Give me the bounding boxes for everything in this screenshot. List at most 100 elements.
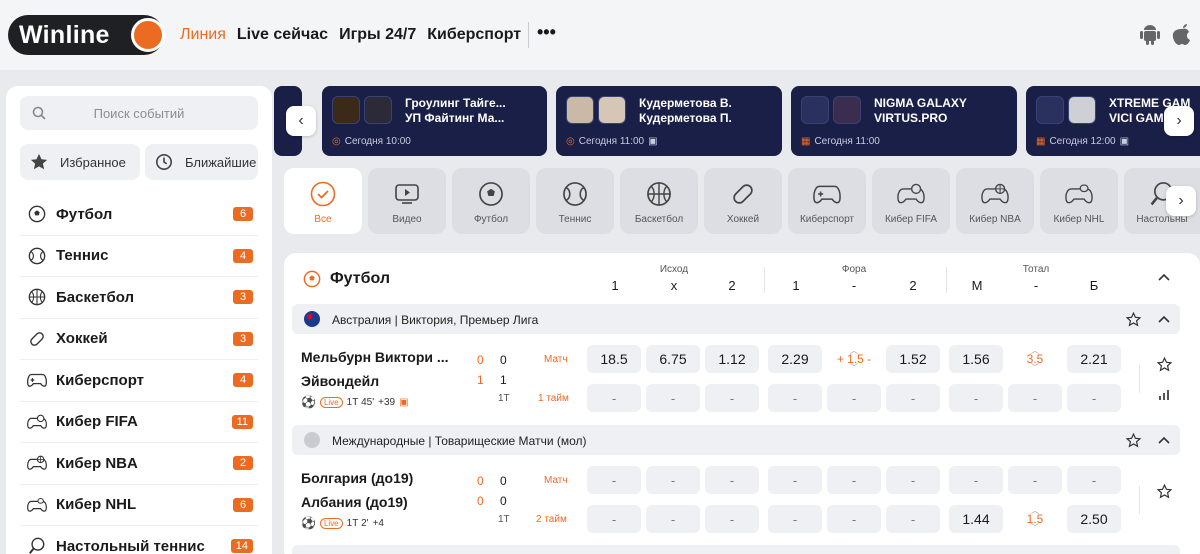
nav-esports[interactable]: Киберспорт: [427, 26, 521, 44]
sidebar-item-label: Кибер NBA: [56, 454, 138, 472]
favorites-button[interactable]: Избранное: [20, 144, 140, 180]
odd-cell[interactable]: 1.44: [949, 505, 1003, 533]
sidebar-item-cyber-nhl[interactable]: Кибер NHL 6: [20, 485, 258, 526]
event-card[interactable]: Кудерметова В. Кудерметова П. ◎ Сегодня 11…: [556, 86, 782, 156]
tab-cyber-fifa[interactable]: Кибер FIFA: [872, 168, 950, 234]
league-header[interactable]: Австралия | Виктория, Премьер Лига: [292, 304, 1180, 334]
sidebar-item-table-tennis[interactable]: Настольный теннис 14: [20, 526, 258, 554]
odd-cell[interactable]: -: [886, 466, 940, 494]
sport-tabs: Все Видео Футбол Теннис Баскетбол Хоккей…: [284, 168, 1200, 234]
tab-label: Хоккей: [726, 214, 760, 225]
soccer-ball-icon: [303, 270, 321, 288]
apple-icon[interactable]: [1172, 23, 1192, 45]
chevron-up-icon[interactable]: [1158, 315, 1170, 323]
android-icon[interactable]: [1140, 23, 1160, 45]
odd-cell[interactable]: -: [768, 505, 822, 533]
total-line[interactable]: -: [1008, 384, 1062, 412]
count-badge: 4: [233, 373, 253, 387]
star-outline-icon[interactable]: [1126, 433, 1141, 448]
odd-cell[interactable]: -: [768, 466, 822, 494]
upcoming-button[interactable]: Ближайшие: [145, 144, 258, 180]
odd-cell[interactable]: 18.5: [587, 345, 641, 373]
tab-tennis[interactable]: Теннис: [536, 168, 614, 234]
chevron-up-icon[interactable]: [1158, 436, 1170, 444]
tab-basketball[interactable]: Баскетбол: [620, 168, 698, 234]
odd-cell[interactable]: -: [587, 466, 641, 494]
odd-cell[interactable]: -: [587, 505, 641, 533]
odd-cell[interactable]: -: [705, 505, 759, 533]
nav-live[interactable]: Live сейчас: [237, 26, 328, 44]
odd-cell[interactable]: 1.56: [949, 345, 1003, 373]
handicap-line[interactable]: -: [827, 505, 881, 533]
carousel-next-button[interactable]: ›: [1164, 106, 1194, 136]
handicap-line[interactable]: ︿ + 1.5 - ﹀: [827, 345, 881, 373]
league-header[interactable]: Международные | Товарищеские Матчи (мол): [292, 425, 1180, 455]
league-header-partial[interactable]: [292, 545, 1180, 554]
tab-video[interactable]: Видео: [368, 168, 446, 234]
carousel-prev-button[interactable]: ‹: [286, 106, 316, 136]
winline-logo[interactable]: Winline: [8, 15, 165, 55]
handicap-line[interactable]: -: [827, 384, 881, 412]
odd-cell[interactable]: 1.12: [705, 345, 759, 373]
tab-hockey[interactable]: Хоккей: [704, 168, 782, 234]
odd-cell[interactable]: -: [949, 384, 1003, 412]
event-card[interactable]: NIGMA GALAXY VIRTUS.PRO ▦ Сегодня 11:00: [791, 86, 1017, 156]
odd-cell[interactable]: -: [705, 466, 759, 494]
star-outline-icon[interactable]: [1157, 484, 1172, 499]
odd-cell[interactable]: 2.29: [768, 345, 822, 373]
tabs-next-button[interactable]: ›: [1166, 186, 1196, 216]
more-markets-count[interactable]: +39: [378, 397, 395, 408]
odd-cell[interactable]: -: [646, 505, 700, 533]
handicap-line[interactable]: -: [827, 466, 881, 494]
odd-cell[interactable]: -: [587, 384, 641, 412]
half-score: 0: [477, 353, 484, 367]
more-markets-count[interactable]: +4: [373, 518, 384, 529]
event-card[interactable]: Гроулинг Тайге... УП Файтинг Ма... ◎ Сегод…: [322, 86, 547, 156]
odd-cell[interactable]: -: [646, 466, 700, 494]
logo-dot: [131, 18, 165, 52]
tab-label: Кибер FIFA: [884, 214, 938, 225]
odd-cell[interactable]: 1.52: [886, 345, 940, 373]
odd-cell[interactable]: -: [886, 505, 940, 533]
nav-line[interactable]: Линия: [180, 26, 226, 44]
odd-cell[interactable]: 6.75: [646, 345, 700, 373]
stats-icon[interactable]: [1158, 387, 1172, 401]
star-outline-icon[interactable]: [1126, 312, 1141, 327]
odd-cell[interactable]: -: [705, 384, 759, 412]
odd-cell[interactable]: -: [646, 384, 700, 412]
tab-esports[interactable]: Киберспорт: [788, 168, 866, 234]
sidebar-item-cyber-fifa[interactable]: Кибер FIFA 11: [20, 402, 258, 443]
odd-cell[interactable]: -: [949, 466, 1003, 494]
odd-cell[interactable]: -: [768, 384, 822, 412]
star-outline-icon[interactable]: [1157, 357, 1172, 372]
sidebar-item-basketball[interactable]: Баскетбол 3: [20, 277, 258, 319]
odd-cell[interactable]: -: [1067, 384, 1121, 412]
sidebar-item-label: Хоккей: [56, 330, 108, 348]
gamepad-icon: [813, 185, 841, 204]
odd-cell[interactable]: -: [886, 384, 940, 412]
tab-cyber-nba[interactable]: Кибер NBA: [956, 168, 1034, 234]
search-input[interactable]: Поиск событий: [20, 96, 258, 130]
col-handicap-2: 2: [909, 278, 917, 293]
tab-all[interactable]: Все: [284, 168, 362, 234]
nav-games[interactable]: Игры 24/7: [339, 26, 416, 44]
sidebar-item-esports[interactable]: Киберспорт 4: [20, 360, 258, 402]
sidebar-item-tennis[interactable]: Теннис 4: [20, 236, 258, 277]
sidebar-item-hockey[interactable]: Хоккей 3: [20, 319, 258, 360]
cyber-nba-icon: [981, 183, 1009, 204]
odd-cell[interactable]: 2.50: [1067, 505, 1121, 533]
odd-cell[interactable]: 2.21: [1067, 345, 1121, 373]
sidebar-item-football[interactable]: Футбол 6: [20, 194, 258, 236]
cyber-fifa-icon: [897, 183, 925, 204]
tab-cyber-nhl[interactable]: Кибер NHL: [1040, 168, 1118, 234]
total-line[interactable]: ︿ 3.5 ﹀: [1008, 345, 1062, 373]
sidebar-item-label: Киберспорт: [56, 371, 145, 389]
odd-cell[interactable]: -: [1067, 466, 1121, 494]
sidebar-item-cyber-nba[interactable]: Кибер NBA 2: [20, 443, 258, 485]
chevron-up-icon[interactable]: [1158, 273, 1170, 281]
total-line[interactable]: ︿ 1.5 ﹀: [1008, 505, 1062, 533]
match-time: 1Т 45': [346, 396, 375, 408]
total-line[interactable]: -: [1008, 466, 1062, 494]
tab-football[interactable]: Футбол: [452, 168, 530, 234]
more-menu-button[interactable]: •••: [528, 22, 556, 48]
